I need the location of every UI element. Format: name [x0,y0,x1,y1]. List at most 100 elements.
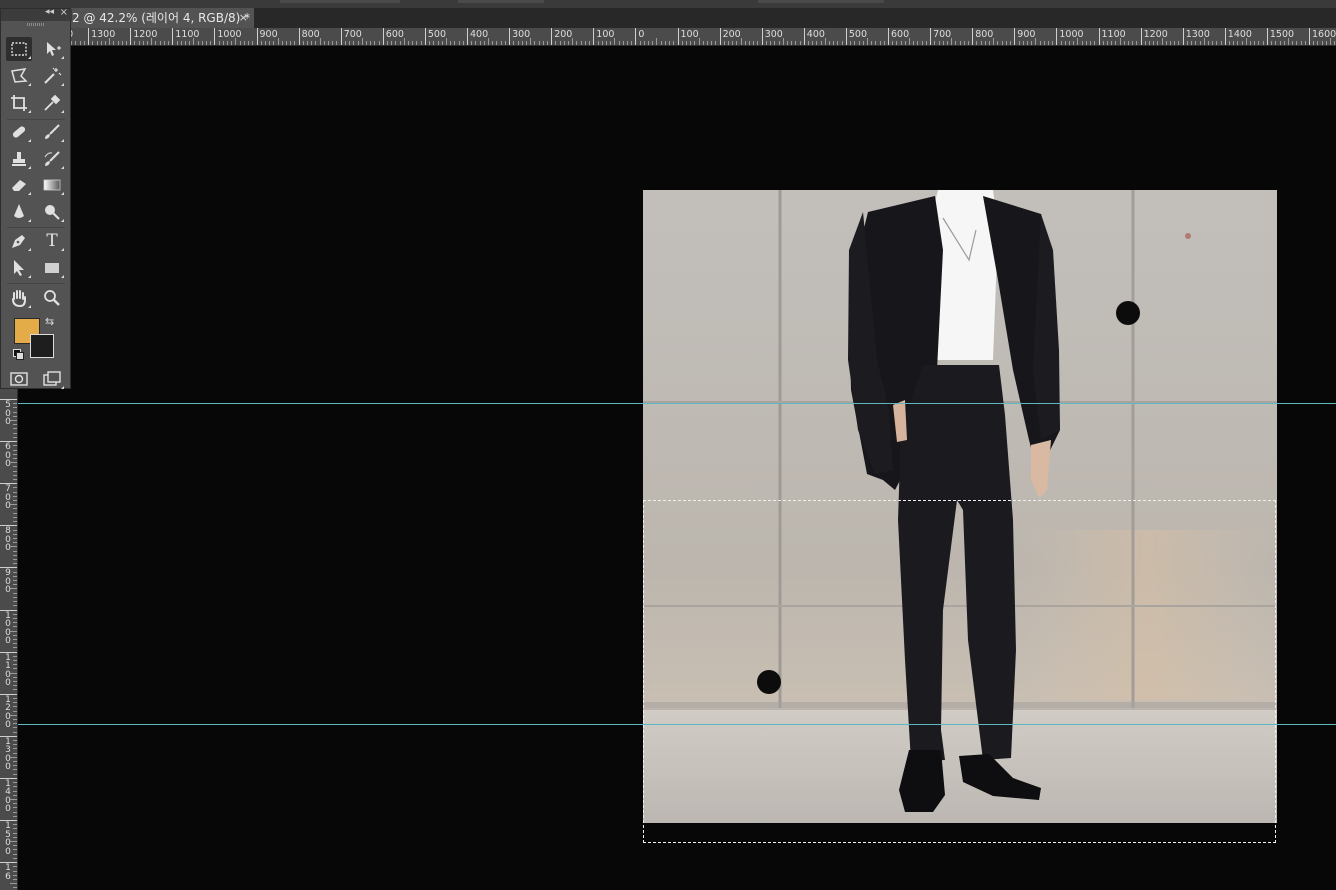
magic-wand-tool[interactable] [39,64,65,88]
rectangular-marquee-tool[interactable] [6,37,32,61]
collapse-panel-icon[interactable]: ◂◂ [45,7,54,17]
horizontal-guide[interactable] [18,403,1336,404]
panel-grip[interactable] [27,23,45,26]
ruler-label: 100 [680,29,699,40]
ruler-minor-tick [1085,41,1087,45]
ruler-minor-tick [1010,41,1012,45]
ruler-label: 900 [5,568,11,596]
ruler-minor-tick [13,740,17,741]
ruler-tick [1014,28,1016,45]
ruler-minor-tick [13,744,17,746]
ruler-minor-tick [462,41,464,45]
horizontal-ruler[interactable]: 1400130012001100100090080070060050040030… [18,28,1336,46]
ruler-minor-tick [323,41,325,45]
history-brush-tool[interactable] [39,147,65,171]
quick-mask-tool[interactable] [6,367,32,391]
ruler-minor-tick [387,41,388,45]
ruler-minor-tick [942,41,944,45]
ruler-minor-tick [555,41,557,45]
ruler-minor-tick [1216,41,1218,45]
ruler-minor-tick [639,41,641,45]
close-panel-icon[interactable]: × [60,7,68,18]
brush-tool[interactable] [39,120,65,144]
ruler-minor-tick [660,41,662,45]
ruler-minor-tick [13,453,17,455]
options-bar-control[interactable] [458,0,544,3]
ruler-minor-tick [740,38,742,45]
ruler-minor-tick [1090,41,1092,45]
options-bar-control[interactable] [758,0,884,3]
ruler-minor-tick [13,436,17,438]
ruler-tick [845,28,847,45]
type-tool[interactable]: T [39,229,65,253]
ruler-tick [130,28,132,45]
ruler-minor-tick [13,643,17,645]
ruler-minor-tick [648,41,650,45]
spot-healing-brush-tool[interactable] [6,120,32,144]
ruler-minor-tick [753,41,755,45]
ruler-minor-tick [483,41,485,45]
ruler-minor-tick [252,41,254,45]
ruler-minor-tick [399,41,401,45]
default-colors-icon[interactable] [13,349,24,360]
ruler-minor-tick [664,41,666,45]
ruler-minor-tick [521,41,523,45]
ruler-minor-tick [10,504,17,506]
crop-tool[interactable] [6,91,32,115]
blur-tool[interactable] [6,200,32,224]
gradient-tool[interactable] [39,173,65,197]
ruler-minor-tick [921,41,923,45]
ruler-minor-tick [1102,41,1104,45]
horizontal-guide[interactable] [18,724,1336,725]
ruler-minor-tick [1001,41,1003,45]
ruler-minor-tick [1073,41,1075,45]
ruler-minor-tick [13,542,17,544]
document-tab-bar: 2 @ 42.2% (레이어 4, RGB/8) * × [0,8,1336,28]
ruler-minor-tick [589,41,591,45]
move-tool[interactable] [39,37,65,61]
ruler-minor-tick [854,41,856,45]
options-bar-control[interactable] [280,0,400,3]
eraser-tool[interactable] [6,173,32,197]
polygonal-lasso-tool[interactable] [6,64,32,88]
ruler-minor-tick [13,508,17,510]
pen-tool[interactable] [6,229,32,253]
ruler-tick [467,28,468,45]
path-selection-tool[interactable] [6,256,32,280]
ruler-minor-tick [13,702,17,704]
ruler-label: 700 [5,484,11,512]
screen-mode-tool[interactable] [39,367,65,391]
background-color-swatch[interactable] [30,334,54,358]
ruler-minor-tick [13,811,17,813]
ruler-minor-tick [525,41,527,45]
ruler-minor-tick [13,664,17,666]
clone-stamp-tool[interactable] [6,147,32,171]
ruler-minor-tick [1119,38,1121,45]
ruler-minor-tick [13,668,17,670]
ruler-minor-tick [117,41,119,45]
ruler-minor-tick [1334,41,1336,45]
ruler-minor-tick [1300,41,1302,45]
zoom-tool[interactable] [39,286,65,310]
screen-mode-icon [43,371,61,386]
hand-tool[interactable] [6,286,32,310]
ruler-tick [593,28,595,45]
marquee-selection[interactable] [643,500,1276,843]
ruler-label: 900 [1017,29,1036,40]
ruler-minor-tick [13,634,17,636]
ruler-minor-tick [572,38,574,45]
ruler-minor-tick [433,41,435,45]
eyedropper-tool[interactable] [39,91,65,115]
ruler-label: 600 [891,29,910,40]
dodge-tool[interactable] [39,200,65,224]
close-tab-icon[interactable]: × [239,8,248,28]
rectangle-shape-tool[interactable] [39,256,65,280]
ruler-minor-tick [260,41,262,45]
document-tab[interactable]: 2 @ 42.2% (레이어 4, RGB/8) * × [60,8,254,28]
tools-panel-header[interactable]: ◂◂ × [1,7,72,21]
ruler-tick [1266,28,1268,45]
swap-colors-icon[interactable]: ⇆ [45,315,54,328]
ruler-minor-tick [732,41,734,45]
ruler-minor-tick [984,41,986,45]
ruler-minor-tick [13,786,17,788]
